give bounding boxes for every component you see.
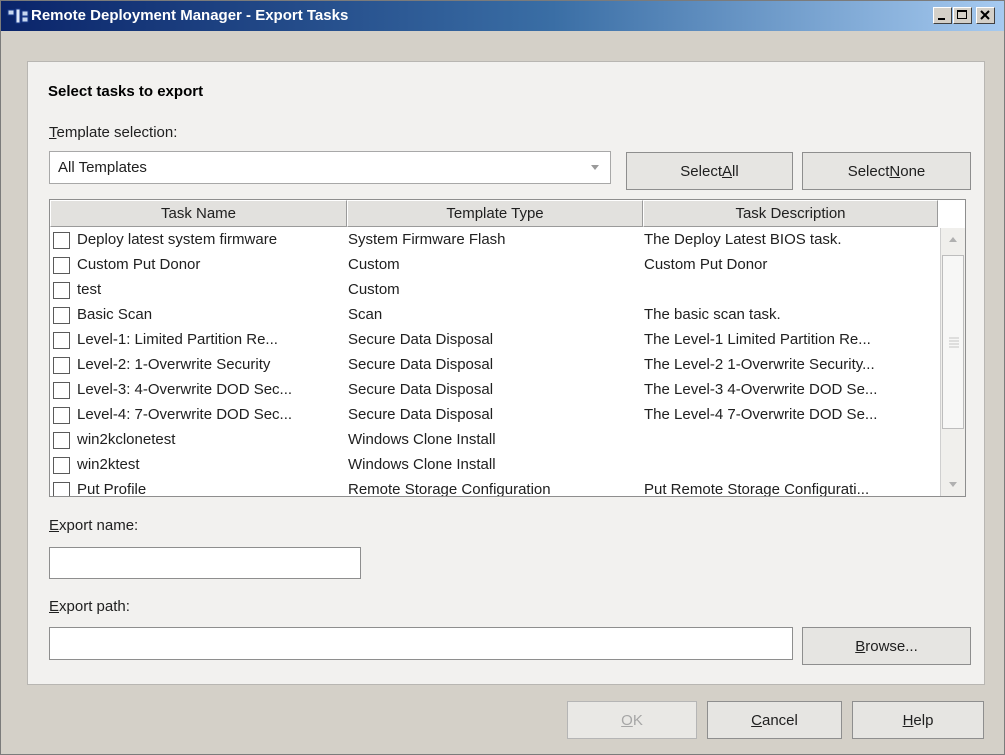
template-type-cell: Secure Data Disposal	[348, 356, 494, 373]
task-name-cell: Put Profile	[77, 481, 147, 497]
table-row[interactable]: win2kclonetest Windows Clone Install	[50, 428, 938, 453]
minimize-icon	[938, 18, 945, 20]
export-panel: Select tasks to export Template selectio…	[27, 61, 985, 685]
task-checkbox[interactable]	[53, 457, 70, 474]
template-type-cell: System Firmware Flash	[348, 231, 506, 248]
task-name-cell: Level-1: Limited Partition Re...	[77, 331, 278, 348]
export-name-field[interactable]	[49, 547, 361, 579]
template-selection-value: All Templates	[58, 159, 147, 176]
scroll-down-icon[interactable]	[941, 472, 965, 496]
export-name-label: Export name:	[49, 517, 139, 534]
tasks-table[interactable]: Task Name Template Type Task Description…	[49, 199, 966, 497]
template-type-cell: Custom	[348, 281, 400, 298]
task-checkbox[interactable]	[53, 482, 70, 496]
help-button[interactable]: Help	[852, 701, 984, 739]
template-type-cell: Secure Data Disposal	[348, 331, 494, 348]
task-name-cell: Basic Scan	[77, 306, 153, 323]
template-type-cell: Custom	[348, 256, 400, 273]
task-description-cell: The Level-1 Limited Partition Re...	[644, 331, 871, 348]
template-type-cell: Secure Data Disposal	[348, 406, 494, 423]
template-selection-label: Template selection:	[49, 124, 178, 141]
table-row[interactable]: Level-3: 4-Overwrite DOD Sec... Secure Da…	[50, 378, 938, 403]
task-name-cell: win2kclonetest	[77, 431, 176, 448]
task-description-cell: The Level-4 7-Overwrite DOD Se...	[644, 406, 878, 423]
task-name-cell: Deploy latest system firmware	[77, 231, 278, 248]
close-icon	[980, 10, 990, 20]
close-button[interactable]	[976, 7, 995, 24]
column-header-task-description[interactable]: Task Description	[643, 200, 938, 227]
window-title: Remote Deployment Manager - Export Tasks	[31, 7, 349, 24]
task-description-cell: The Level-2 1-Overwrite Security...	[644, 356, 875, 373]
browse-button[interactable]: Browse...	[802, 627, 971, 665]
template-type-cell: Windows Clone Install	[348, 456, 496, 473]
column-header-task-name[interactable]: Task Name	[50, 200, 347, 227]
task-checkbox[interactable]	[53, 282, 70, 299]
table-header: Task Name Template Type Task Description	[50, 200, 940, 228]
maximize-icon	[957, 10, 967, 19]
template-type-cell: Scan	[348, 306, 383, 323]
grip-icon	[949, 337, 959, 348]
export-path-field[interactable]	[49, 627, 793, 660]
export-path-input[interactable]	[50, 628, 792, 659]
task-checkbox[interactable]	[53, 432, 70, 449]
scrollbar-thumb[interactable]	[942, 255, 964, 429]
app-icon	[7, 8, 29, 24]
task-checkbox[interactable]	[53, 407, 70, 424]
table-row[interactable]: Deploy latest system firmware System Firm…	[50, 228, 938, 253]
export-name-input[interactable]	[50, 548, 360, 578]
task-description-cell: Custom Put Donor	[644, 256, 768, 273]
minimize-button[interactable]	[933, 7, 952, 24]
table-body: Deploy latest system firmware System Firm…	[50, 228, 938, 497]
chevron-down-icon[interactable]	[580, 152, 610, 183]
vertical-scrollbar[interactable]	[940, 228, 965, 496]
task-checkbox[interactable]	[53, 357, 70, 374]
cancel-button[interactable]: Cancel	[707, 701, 842, 739]
task-name-cell: test	[77, 281, 102, 298]
export-tasks-window: Remote Deployment Manager - Export Tasks…	[0, 0, 1005, 755]
task-checkbox[interactable]	[53, 382, 70, 399]
task-description-cell: The Level-3 4-Overwrite DOD Se...	[644, 381, 878, 398]
template-type-cell: Remote Storage Configuration	[348, 481, 551, 497]
table-row[interactable]: Basic Scan Scan The basic scan task.	[50, 303, 938, 328]
column-header-template-type[interactable]: Template Type	[347, 200, 643, 227]
table-row[interactable]: Level-1: Limited Partition Re... Secure D…	[50, 328, 938, 353]
table-row[interactable]: Put Profile Remote Storage Configuration P…	[50, 478, 938, 497]
ok-button[interactable]: OK	[567, 701, 697, 739]
task-description-cell: Put Remote Storage Configurati...	[644, 481, 870, 497]
table-row[interactable]: win2ktest Windows Clone Install	[50, 453, 938, 478]
scroll-up-icon[interactable]	[941, 228, 965, 252]
task-name-cell: Custom Put Donor	[77, 256, 201, 273]
select-none-button[interactable]: Select None	[802, 152, 971, 190]
table-row[interactable]: Level-4: 7-Overwrite DOD Sec... Secure Da…	[50, 403, 938, 428]
select-all-button[interactable]: Select All	[626, 152, 793, 190]
task-checkbox[interactable]	[53, 257, 70, 274]
task-description-cell: The basic scan task.	[644, 306, 781, 323]
task-name-cell: Level-3: 4-Overwrite DOD Sec...	[77, 381, 293, 398]
export-path-label: Export path:	[49, 598, 130, 615]
table-row[interactable]: test Custom	[50, 278, 938, 303]
task-checkbox[interactable]	[53, 332, 70, 349]
task-name-cell: Level-4: 7-Overwrite DOD Sec...	[77, 406, 293, 423]
template-selection-dropdown[interactable]: All Templates	[49, 151, 611, 184]
template-type-cell: Windows Clone Install	[348, 431, 496, 448]
template-type-cell: Secure Data Disposal	[348, 381, 494, 398]
task-name-cell: Level-2: 1-Overwrite Security	[77, 356, 271, 373]
task-checkbox[interactable]	[53, 232, 70, 249]
task-checkbox[interactable]	[53, 307, 70, 324]
task-name-cell: win2ktest	[77, 456, 140, 473]
table-row[interactable]: Level-2: 1-Overwrite Security Secure Data…	[50, 353, 938, 378]
maximize-button[interactable]	[953, 7, 972, 24]
task-description-cell: The Deploy Latest BIOS task.	[644, 231, 842, 248]
section-heading: Select tasks to export	[48, 83, 204, 100]
table-row[interactable]: Custom Put Donor Custom Custom Put Donor	[50, 253, 938, 278]
title-bar[interactable]: Remote Deployment Manager - Export Tasks	[1, 1, 1004, 31]
